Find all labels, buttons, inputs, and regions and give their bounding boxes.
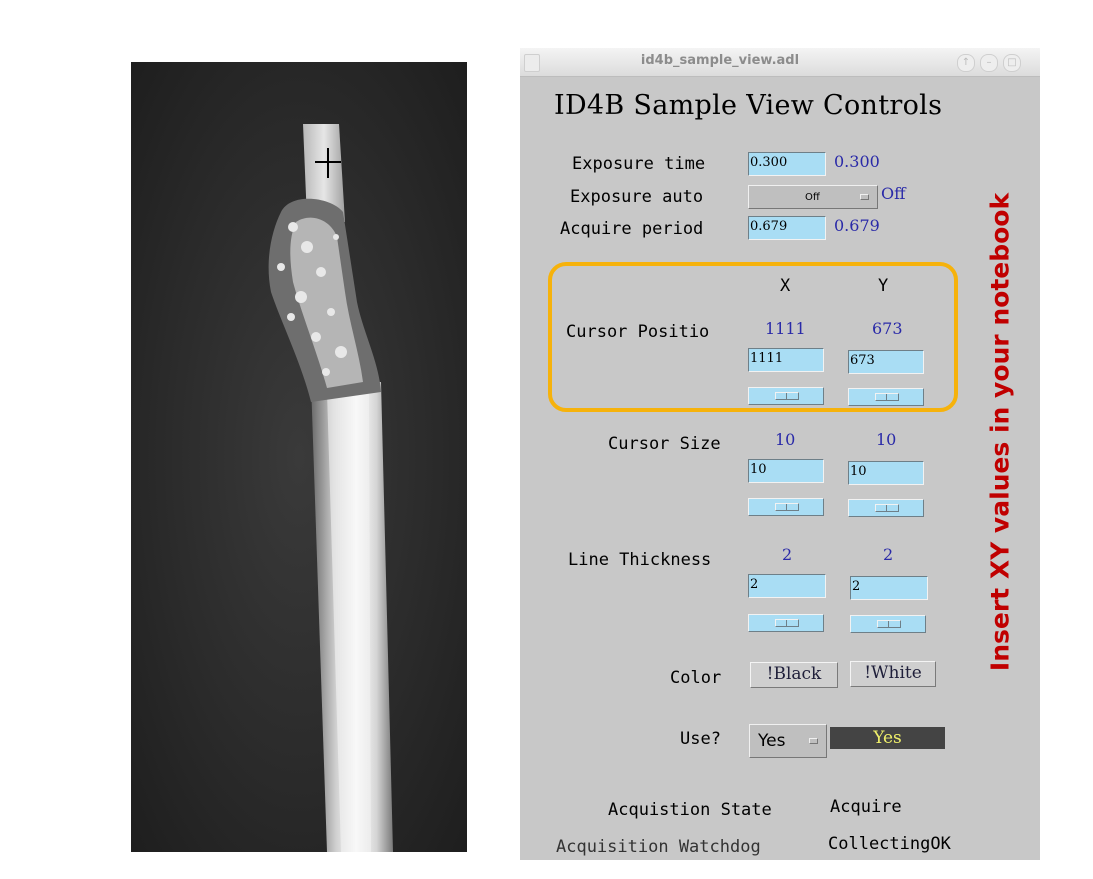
minimize-icon[interactable]: – xyxy=(980,54,998,72)
cursor-position-highlight xyxy=(548,262,958,412)
watchdog-label: Acquisition Watchdog xyxy=(556,837,761,857)
exposure-time-label: Exposure time xyxy=(572,154,706,174)
line-thickness-x-slider[interactable] xyxy=(748,614,824,632)
cursor-size-x-slider[interactable] xyxy=(748,498,824,516)
use-menu[interactable]: Yes xyxy=(749,724,827,758)
use-label: Use? xyxy=(680,729,721,749)
cursor-size-y-readback: 10 xyxy=(876,430,897,449)
acquire-period-readback: 0.679 xyxy=(834,216,880,235)
slider-knob[interactable] xyxy=(875,504,899,512)
panel-heading: ID4B Sample View Controls xyxy=(554,90,943,121)
cursor-size-y-slider[interactable] xyxy=(848,499,924,517)
line-thickness-x-readback: 2 xyxy=(782,545,793,564)
exposure-auto-menu[interactable]: Off xyxy=(748,185,878,209)
menu-indicator-icon xyxy=(860,194,869,200)
cursor-size-x-readback: 10 xyxy=(775,430,796,449)
exposure-auto-readback: Off xyxy=(881,184,906,203)
acquire-period-input[interactable]: 0.679 xyxy=(748,216,826,240)
maximize-icon[interactable]: □ xyxy=(1003,54,1021,72)
cursor-size-label: Cursor Size xyxy=(608,434,721,454)
black-button[interactable]: !Black xyxy=(750,662,838,688)
exposure-time-readback: 0.300 xyxy=(834,152,880,171)
title-bar: id4b_sample_view.adl ↑ – □ xyxy=(520,48,1040,77)
line-thickness-x-input[interactable]: 2 xyxy=(748,574,826,598)
acquisition-state-value: Acquire xyxy=(830,797,902,817)
cursor-size-y-input[interactable]: 10 xyxy=(848,461,924,485)
medm-window: id4b_sample_view.adl ↑ – □ ID4B Sample V… xyxy=(520,48,1040,860)
acquire-period-label: Acquire period xyxy=(560,219,704,239)
slider-knob[interactable] xyxy=(877,620,901,628)
exposure-auto-label: Exposure auto xyxy=(570,187,704,207)
color-label: Color xyxy=(670,668,722,688)
notebook-instruction: Insert XY values in your notebook xyxy=(985,192,1015,672)
acquisition-state-label: Acquistion State xyxy=(608,800,772,820)
use-readback: Yes xyxy=(830,727,945,749)
use-menu-value: Yes xyxy=(758,731,786,751)
white-button[interactable]: !White xyxy=(850,661,936,687)
menu-indicator-icon xyxy=(809,738,818,744)
camera-image xyxy=(131,62,467,852)
slider-knob[interactable] xyxy=(775,503,799,511)
watchdog-value: CollectingOK xyxy=(828,834,951,854)
line-thickness-y-input[interactable]: 2 xyxy=(850,576,928,600)
line-thickness-y-slider[interactable] xyxy=(850,615,926,633)
line-thickness-label: Line Thickness xyxy=(568,550,712,570)
exposure-auto-menu-value: Off xyxy=(805,192,820,203)
slider-knob[interactable] xyxy=(775,619,799,627)
sample-pin-image xyxy=(268,124,393,852)
window-title: id4b_sample_view.adl xyxy=(640,53,800,68)
line-thickness-y-readback: 2 xyxy=(883,545,894,564)
exposure-time-input[interactable]: 0.300 xyxy=(748,152,826,176)
cursor-size-x-input[interactable]: 10 xyxy=(748,459,824,483)
restore-icon[interactable]: ↑ xyxy=(957,54,975,72)
